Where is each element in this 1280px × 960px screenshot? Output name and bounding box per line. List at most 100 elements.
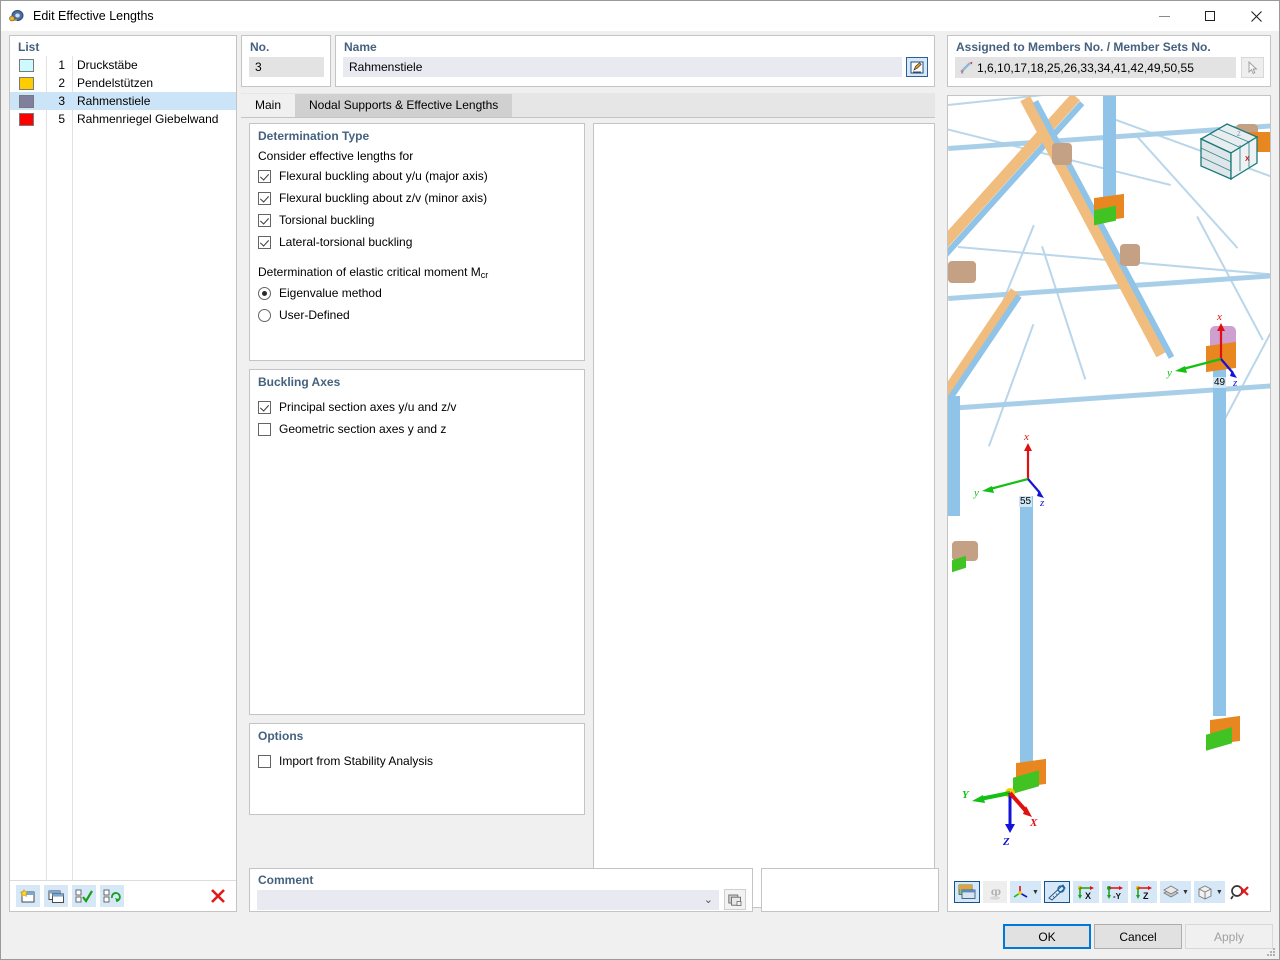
resize-grip[interactable] — [1266, 947, 1276, 957]
radio-icon — [258, 308, 271, 322]
svg-text:y: y — [1166, 367, 1172, 379]
checkbox-icon — [258, 213, 271, 227]
name-edit-button[interactable] — [906, 57, 928, 77]
render-mode-button[interactable] — [954, 881, 980, 903]
tab-strip: Main Nodal Supports & Effective Lengths — [241, 93, 935, 118]
comment-library-button[interactable] — [724, 889, 746, 910]
copy-item-button[interactable] — [44, 885, 68, 907]
list-item[interactable]: 5 Rahmenriegel Giebelwand — [10, 110, 236, 128]
new-item-button[interactable] — [16, 885, 40, 907]
list-panel-header: List — [18, 40, 40, 54]
pick-members-button[interactable] — [1241, 57, 1264, 78]
chevron-down-icon: ⌄ — [703, 894, 713, 906]
apply-button: Apply — [1185, 924, 1273, 949]
copy-window-icon — [48, 890, 64, 903]
3d-viewport[interactable]: X Z x y z 55 x y z 49 Y X Z ȹ ▼ X -Y Z ▼… — [947, 95, 1271, 912]
maximize-button[interactable] — [1187, 1, 1233, 31]
svg-text:-Y: -Y — [1113, 892, 1122, 901]
mcr-subscript: cr — [480, 270, 489, 280]
list-item[interactable]: 2 Pendelstützen — [10, 74, 236, 92]
list-toolbar — [10, 880, 236, 911]
list-item-selected[interactable]: 3 Rahmenstiele — [10, 92, 236, 110]
checkbox-row-flexural-z[interactable]: Flexural buckling about z/v (minor axis) — [250, 187, 584, 209]
svg-text:y: y — [973, 487, 979, 499]
view-x-button[interactable]: X — [1072, 881, 1099, 903]
radio-row-eigenvalue[interactable]: Eigenvalue method — [250, 282, 584, 304]
title-bar: Edit Effective Lengths — [1, 1, 1279, 31]
box-view-button[interactable]: ▼ — [1193, 881, 1225, 903]
reset-view-button[interactable] — [1228, 881, 1252, 903]
new-window-icon — [19, 888, 35, 903]
close-button[interactable] — [1233, 1, 1279, 31]
chevron-down-icon: ▼ — [1181, 888, 1189, 896]
checkbox-row-torsional[interactable]: Torsional buckling — [250, 209, 584, 231]
no-input[interactable]: 3 — [249, 57, 324, 77]
svg-text:ȹ: ȹ — [991, 884, 1001, 898]
local-axes-55: x y z — [973, 431, 1045, 506]
edit-effective-lengths-dialog: Edit Effective Lengths List 1 Druckstäbe — [0, 0, 1280, 960]
cancel-button[interactable]: Cancel — [1094, 924, 1182, 949]
assigned-input[interactable]: x 1,6,10,17,18,25,26,33,34,41,42,49,50,5… — [955, 57, 1236, 78]
svg-text:x: x — [1023, 431, 1029, 443]
list-item-label: Rahmenstiele — [77, 94, 151, 108]
column-member-side — [948, 396, 960, 516]
radio-row-user-defined[interactable]: User-Defined — [250, 304, 584, 326]
window-title: Edit Effective Lengths — [33, 9, 154, 23]
support-node-green — [1094, 205, 1116, 226]
svg-text:X: X — [1029, 817, 1038, 829]
view-z-button[interactable]: Z — [1130, 881, 1157, 903]
delete-item-button[interactable] — [206, 885, 230, 907]
view-style-button[interactable]: ▼ — [1159, 881, 1191, 903]
comment-bar: Comment ⌄ — [249, 868, 939, 912]
beam-horizontal — [948, 272, 1270, 301]
svg-text:X: X — [1085, 891, 1091, 901]
list-item[interactable]: 1 Druckstäbe — [10, 56, 236, 74]
determination-type-group: Determination Type Consider effective le… — [249, 123, 585, 361]
axes-icon — [1013, 886, 1028, 898]
comment-input[interactable]: ⌄ — [257, 889, 719, 910]
list-item-label: Pendelstützen — [77, 76, 154, 90]
refresh-selection-button[interactable] — [100, 885, 124, 907]
checkbox-label: Flexural buckling about z/v (minor axis) — [279, 191, 488, 205]
view-cube-icon[interactable]: X Z — [1193, 121, 1265, 187]
info-icon: ȹ — [990, 884, 1001, 900]
determination-type-title: Determination Type — [258, 129, 370, 143]
list-item-label: Druckstäbe — [77, 58, 138, 72]
list-panel: List 1 Druckstäbe 2 Pendelstützen 3 Rahm… — [9, 35, 237, 912]
right-panel: Assigned to Members No. / Member Sets No… — [947, 35, 1271, 912]
comment-library-icon — [727, 894, 741, 906]
checkbox-icon — [258, 169, 271, 183]
view-y-button[interactable]: -Y — [1101, 881, 1128, 903]
checkbox-row-import-stability[interactable]: Import from Stability Analysis — [250, 750, 584, 772]
axis-display-button[interactable]: ▼ — [1010, 881, 1041, 903]
checkbox-icon — [258, 422, 271, 436]
name-input[interactable]: Rahmenstiele — [343, 57, 902, 77]
column-member-49 — [1213, 366, 1226, 716]
checkbox-icon — [258, 191, 271, 205]
refresh-icon — [103, 889, 121, 903]
options-title: Options — [258, 729, 304, 743]
minimize-button[interactable] — [1141, 1, 1187, 31]
chevron-down-icon: ▼ — [1215, 888, 1223, 896]
checkbox-icon — [258, 754, 271, 768]
member-label-49: 49 — [1213, 377, 1227, 388]
checkbox-row-principal-axes[interactable]: Principal section axes y/u and z/v — [250, 396, 584, 418]
assigned-group: Assigned to Members No. / Member Sets No… — [947, 35, 1271, 87]
checkbox-row-geometric-axes[interactable]: Geometric section axes y and z — [250, 418, 584, 440]
buckling-axes-title: Buckling Axes — [258, 375, 341, 389]
measure-button[interactable] — [1043, 881, 1070, 903]
tab-main[interactable]: Main — [241, 94, 296, 117]
checkbox-row-lateral-torsional[interactable]: Lateral-torsional buckling — [250, 231, 584, 253]
mcr-label: Determination of elastic critical moment… — [250, 253, 584, 282]
tab-nodal-supports[interactable]: Nodal Supports & Effective Lengths — [295, 94, 513, 117]
window-controls — [1141, 1, 1279, 31]
svg-text:z: z — [1232, 377, 1238, 386]
check-all-button[interactable] — [72, 885, 96, 907]
color-swatch — [19, 58, 34, 72]
checkbox-row-flexural-y[interactable]: Flexural buckling about y/u (major axis) — [250, 165, 584, 187]
name-field-group: Name Rahmenstiele — [335, 35, 935, 87]
svg-text:x: x — [1216, 311, 1222, 323]
comment-row: ⌄ — [257, 889, 746, 910]
list-item-number: 5 — [58, 112, 65, 126]
ok-button[interactable]: OK — [1003, 924, 1091, 949]
